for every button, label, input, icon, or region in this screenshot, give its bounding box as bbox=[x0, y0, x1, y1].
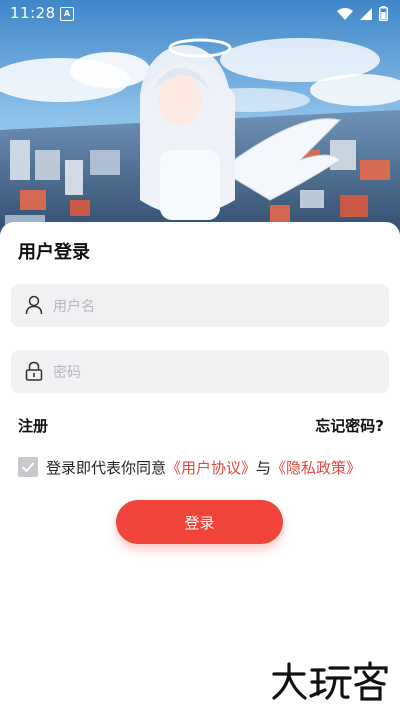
username-field[interactable] bbox=[11, 284, 389, 329]
hero-illustration bbox=[0, 0, 400, 240]
user-icon bbox=[25, 295, 43, 315]
lock-icon bbox=[25, 361, 43, 381]
app-notification-icon: A bbox=[60, 7, 74, 21]
password-input[interactable] bbox=[51, 350, 375, 395]
watermark-logo bbox=[272, 661, 388, 701]
forgot-password-link[interactable]: 忘记密码? bbox=[315, 415, 384, 436]
agreement-checkbox[interactable] bbox=[18, 457, 38, 477]
user-agreement-link[interactable]: 《用户协议》 bbox=[166, 459, 256, 477]
agreement-row: 登录即代表你同意《用户协议》与《隐私政策》 bbox=[18, 456, 361, 478]
checkmark-icon bbox=[21, 462, 35, 473]
agreement-prefix: 登录即代表你同意 bbox=[46, 458, 167, 477]
status-icons bbox=[337, 6, 388, 21]
page-title: 用户登录 bbox=[18, 242, 90, 263]
battery-icon bbox=[379, 6, 388, 21]
privacy-policy-link[interactable]: 《隐私政策》 bbox=[271, 459, 361, 477]
username-input[interactable] bbox=[51, 284, 375, 329]
wifi-icon bbox=[337, 7, 353, 20]
status-bar: 11:28 A bbox=[0, 0, 400, 28]
login-button[interactable]: 登录 bbox=[116, 500, 283, 544]
agreement-conjunction: 与 bbox=[256, 458, 272, 477]
agreement-text: 登录即代表你同意《用户协议》与《隐私政策》 bbox=[46, 457, 361, 478]
status-time: 11:28 bbox=[10, 4, 56, 22]
password-field[interactable] bbox=[11, 350, 389, 395]
hero-image bbox=[0, 0, 400, 240]
login-card: 用户登录 注册 忘记密码? 登录即代表你同意《用户协议》与《隐私政策》 登录 bbox=[0, 222, 400, 711]
signal-icon bbox=[360, 7, 372, 20]
register-link[interactable]: 注册 bbox=[18, 415, 48, 436]
